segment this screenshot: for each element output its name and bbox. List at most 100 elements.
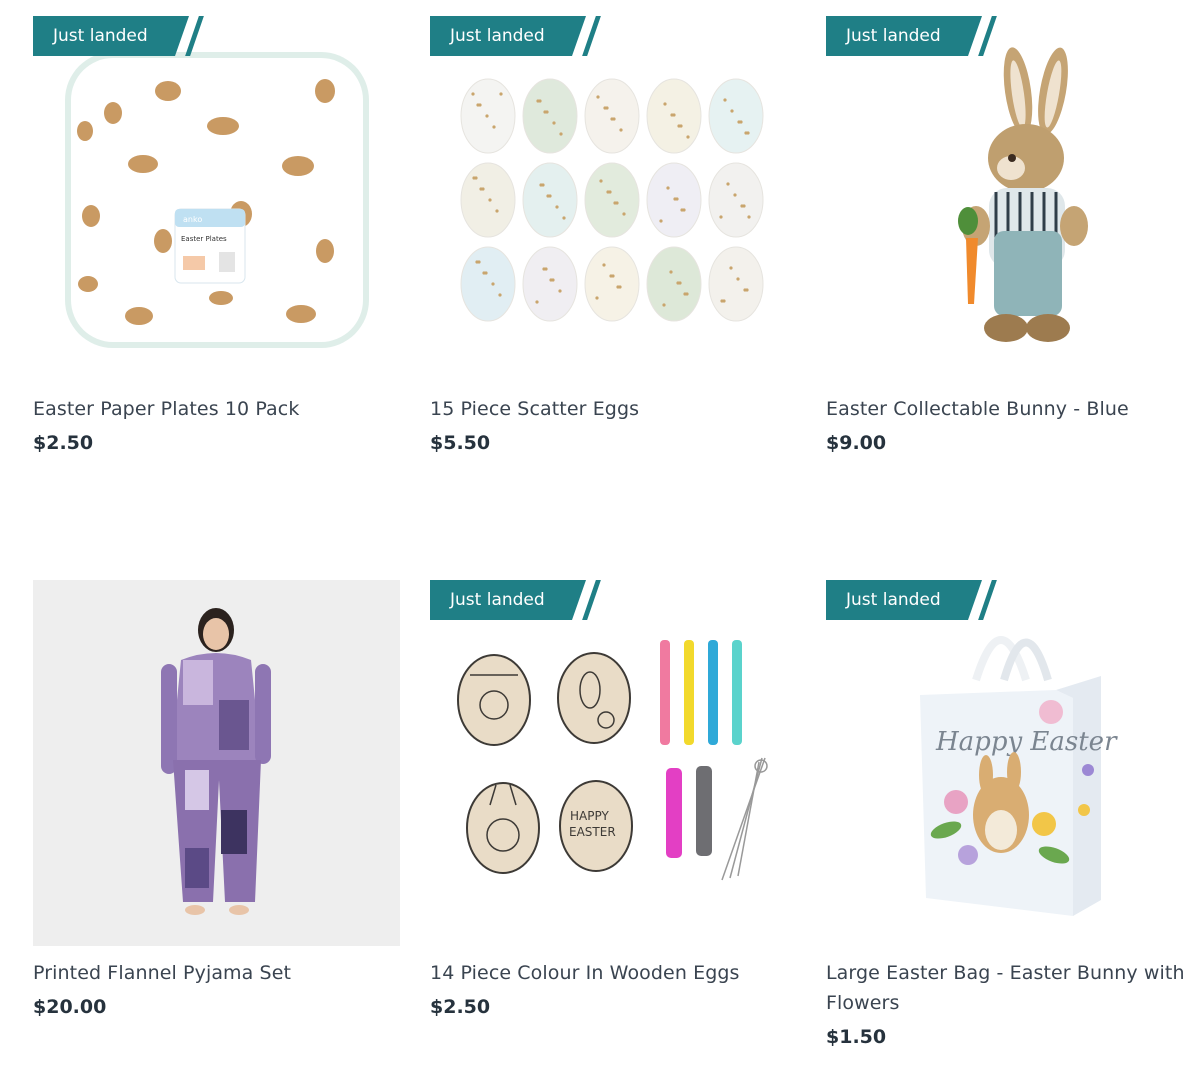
product-title[interactable]: Easter Collectable Bunny - Blue — [826, 394, 1193, 424]
egg-speckle — [595, 296, 599, 300]
pyjama-model-image — [161, 608, 271, 915]
just-landed-badge: Just landed — [430, 16, 586, 56]
egg-speckle — [730, 109, 734, 113]
paper-plates-image: anko Easter Plates — [65, 52, 369, 348]
egg-speckle — [539, 183, 543, 187]
product-card-easter-paper-plates[interactable]: Just landed anko Easter Plates Easter Pa… — [33, 16, 400, 454]
product-card-easter-bag[interactable]: Just landed Happy Easter Large Easter Ba… — [826, 580, 1193, 1048]
product-image[interactable] — [33, 580, 400, 946]
egg-speckle — [673, 197, 677, 201]
scatter-egg — [522, 78, 578, 154]
egg-speckle — [609, 274, 613, 278]
bunny-figure-image — [958, 47, 1088, 342]
egg-speckle — [677, 124, 681, 128]
egg-speckle — [543, 110, 547, 114]
egg-speckle — [558, 289, 562, 293]
product-title[interactable]: 14 Piece Colour In Wooden Eggs — [430, 958, 797, 988]
egg-speckle — [733, 193, 737, 197]
egg-speckle — [744, 131, 748, 135]
just-landed-badge: Just landed — [826, 16, 982, 56]
egg-speckle — [680, 208, 684, 212]
product-image[interactable]: Just landed HAPPY EASTER — [430, 580, 797, 946]
egg-speckle — [495, 209, 499, 213]
egg-speckle — [482, 271, 486, 275]
egg-speckle — [546, 194, 550, 198]
egg-speckle — [603, 106, 607, 110]
egg-speckle — [485, 114, 489, 118]
scatter-egg — [708, 162, 764, 238]
product-price: $9.00 — [826, 432, 887, 454]
egg-speckle — [686, 135, 690, 139]
egg-speckle — [719, 215, 723, 219]
just-landed-badge: Just landed — [826, 580, 982, 620]
just-landed-badge: Just landed — [33, 16, 189, 56]
egg-speckle — [471, 92, 475, 96]
egg-speckle — [479, 187, 483, 191]
scatter-egg — [522, 246, 578, 322]
scatter-egg — [460, 246, 516, 322]
egg-speckle — [476, 103, 480, 107]
product-price: $2.50 — [430, 996, 491, 1018]
scatter-egg — [460, 162, 516, 238]
product-title[interactable]: 15 Piece Scatter Eggs — [430, 394, 797, 424]
egg-speckle — [720, 299, 724, 303]
egg-speckle — [737, 120, 741, 124]
egg-speckle — [619, 128, 623, 132]
product-title[interactable]: Printed Flannel Pyjama Set — [33, 958, 400, 988]
egg-speckle — [670, 113, 674, 117]
egg-speckle — [535, 300, 539, 304]
egg-speckle — [555, 205, 559, 209]
egg-speckle — [669, 270, 673, 274]
egg-speckle — [622, 212, 626, 216]
egg-speckle — [491, 282, 495, 286]
egg-speckle — [602, 263, 606, 267]
egg-speckle — [549, 278, 553, 282]
scatter-egg — [708, 246, 764, 322]
scatter-egg — [646, 246, 702, 322]
egg-speckle — [610, 117, 614, 121]
egg-speckle — [498, 293, 502, 297]
egg-speckle — [472, 176, 476, 180]
product-title[interactable]: Easter Paper Plates 10 Pack — [33, 394, 400, 424]
egg-text-happy: HAPPY — [570, 809, 609, 823]
scatter-egg — [584, 246, 640, 322]
easter-bag-image: Happy Easter — [920, 636, 1118, 916]
product-card-flannel-pyjama[interactable]: Printed Flannel Pyjama Set $20.00 — [33, 580, 400, 1018]
egg-speckle — [613, 201, 617, 205]
egg-speckle — [747, 215, 751, 219]
wooden-eggs-kit-image: HAPPY EASTER — [457, 640, 768, 881]
egg-speckle — [726, 182, 730, 186]
egg-speckle — [659, 219, 663, 223]
scatter-egg — [708, 78, 764, 154]
product-card-wooden-eggs[interactable]: Just landed HAPPY EASTER 14 Piece Colour… — [430, 580, 797, 1018]
product-price: $2.50 — [33, 432, 94, 454]
egg-speckle — [599, 179, 603, 183]
product-image[interactable]: Just landed anko Easter Plates — [33, 16, 400, 382]
product-price: $5.50 — [430, 432, 491, 454]
scatter-egg — [522, 162, 578, 238]
egg-speckle — [542, 267, 546, 271]
package-brand: anko — [183, 215, 202, 224]
egg-speckle — [616, 285, 620, 289]
egg-speckle — [662, 303, 666, 307]
product-card-scatter-eggs[interactable]: Just landed 15 Piece Scatter Eggs $5.50 — [430, 16, 797, 454]
scatter-egg — [584, 78, 640, 154]
product-card-collectable-bunny[interactable]: Just landed Easter Collectable Bunny - B… — [826, 16, 1193, 454]
egg-speckle — [683, 292, 687, 296]
egg-speckle — [475, 260, 479, 264]
product-image[interactable]: Just landed — [430, 16, 797, 382]
product-image[interactable]: Just landed Happy Easter — [826, 580, 1193, 946]
egg-speckle — [663, 102, 667, 106]
product-price: $20.00 — [33, 996, 107, 1018]
egg-speckle — [743, 288, 747, 292]
egg-speckle — [559, 132, 563, 136]
product-price: $1.50 — [826, 1026, 887, 1048]
product-title[interactable]: Large Easter Bag - Easter Bunny with Flo… — [826, 958, 1193, 1018]
product-image[interactable]: Just landed — [826, 16, 1193, 382]
just-landed-badge: Just landed — [430, 580, 586, 620]
bag-text: Happy Easter — [935, 727, 1118, 757]
egg-speckle — [562, 216, 566, 220]
egg-speckle — [723, 98, 727, 102]
egg-speckle — [596, 95, 600, 99]
scatter-eggs-image — [460, 78, 764, 322]
